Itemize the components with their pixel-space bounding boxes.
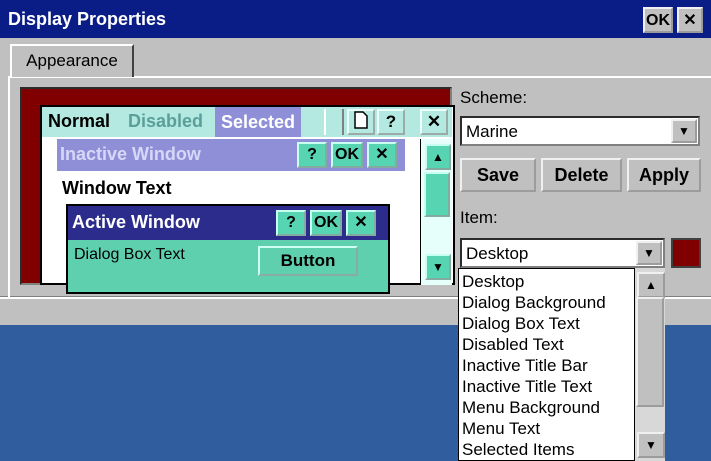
close-button[interactable]: ✕ [677, 7, 703, 33]
list-item[interactable]: Dialog Box Text [462, 314, 580, 334]
item-label: Item: [460, 208, 498, 227]
item-select[interactable]: Desktop ▼ [460, 238, 665, 268]
inactive-title-bar: Inactive Window ? OK ✕ [57, 139, 405, 171]
menu-disabled: Disabled [128, 111, 204, 131]
save-button[interactable]: Save [460, 158, 536, 192]
window-title: Display Properties [8, 9, 167, 29]
apply-button[interactable]: Apply [627, 158, 701, 192]
separator [324, 109, 344, 135]
document-icon [347, 109, 375, 135]
scheme-select[interactable]: Marine ▼ [460, 116, 700, 146]
preview-menu-bar: Normal Disabled Selected ? ✕ [42, 107, 452, 137]
list-item[interactable]: Inactive Title Bar [462, 356, 588, 376]
chevron-down-icon[interactable]: ▼ [637, 432, 665, 458]
preview-button: Button [258, 246, 358, 276]
preview-scroll-thumb [424, 172, 450, 217]
close-icon: ✕ [420, 109, 448, 135]
help-button: ? [297, 142, 327, 168]
chevron-down-icon[interactable]: ▼ [671, 119, 697, 143]
scheme-label: Scheme: [460, 88, 528, 107]
list-item[interactable]: Desktop [462, 272, 524, 292]
help-button: ? [276, 210, 306, 236]
active-title-bar: Active Window ? OK ✕ [68, 206, 388, 240]
ok-button: OK [310, 210, 342, 236]
scheme-value: Marine [466, 122, 518, 141]
inactive-title: Inactive Window [60, 144, 201, 164]
ok-button[interactable]: OK [643, 7, 673, 33]
menu-selected: Selected [215, 107, 302, 137]
list-item[interactable]: Disabled Text [462, 335, 564, 355]
list-item[interactable]: Inactive Title Text [462, 377, 592, 397]
help-button: ? [377, 109, 405, 135]
dialog-box-text: Dialog Box Text [74, 246, 185, 263]
list-item[interactable]: Selected Items [462, 440, 574, 460]
chevron-down-icon: ▼ [425, 254, 451, 280]
list-item[interactable]: Dialog Background [462, 293, 606, 313]
chevron-up-icon[interactable]: ▲ [637, 272, 665, 298]
chevron-down-icon[interactable]: ▼ [636, 241, 662, 265]
window-text: Window Text [62, 178, 172, 198]
list-scroll-thumb[interactable] [636, 297, 664, 407]
item-value: Desktop [466, 244, 529, 263]
title-bar: Display Properties OK ✕ [0, 0, 711, 38]
list-item[interactable]: Menu Background [462, 398, 600, 418]
item-color-swatch[interactable] [671, 238, 701, 268]
delete-button[interactable]: Delete [541, 158, 622, 192]
close-icon: ✕ [367, 142, 397, 168]
chevron-up-icon: ▲ [425, 144, 451, 170]
ok-button: OK [331, 142, 363, 168]
active-title: Active Window [72, 212, 200, 232]
tab-appearance[interactable]: Appearance [10, 44, 134, 77]
menu-normal: Normal [48, 111, 111, 131]
list-item[interactable]: Menu Text [462, 419, 540, 439]
close-icon: ✕ [346, 210, 376, 236]
